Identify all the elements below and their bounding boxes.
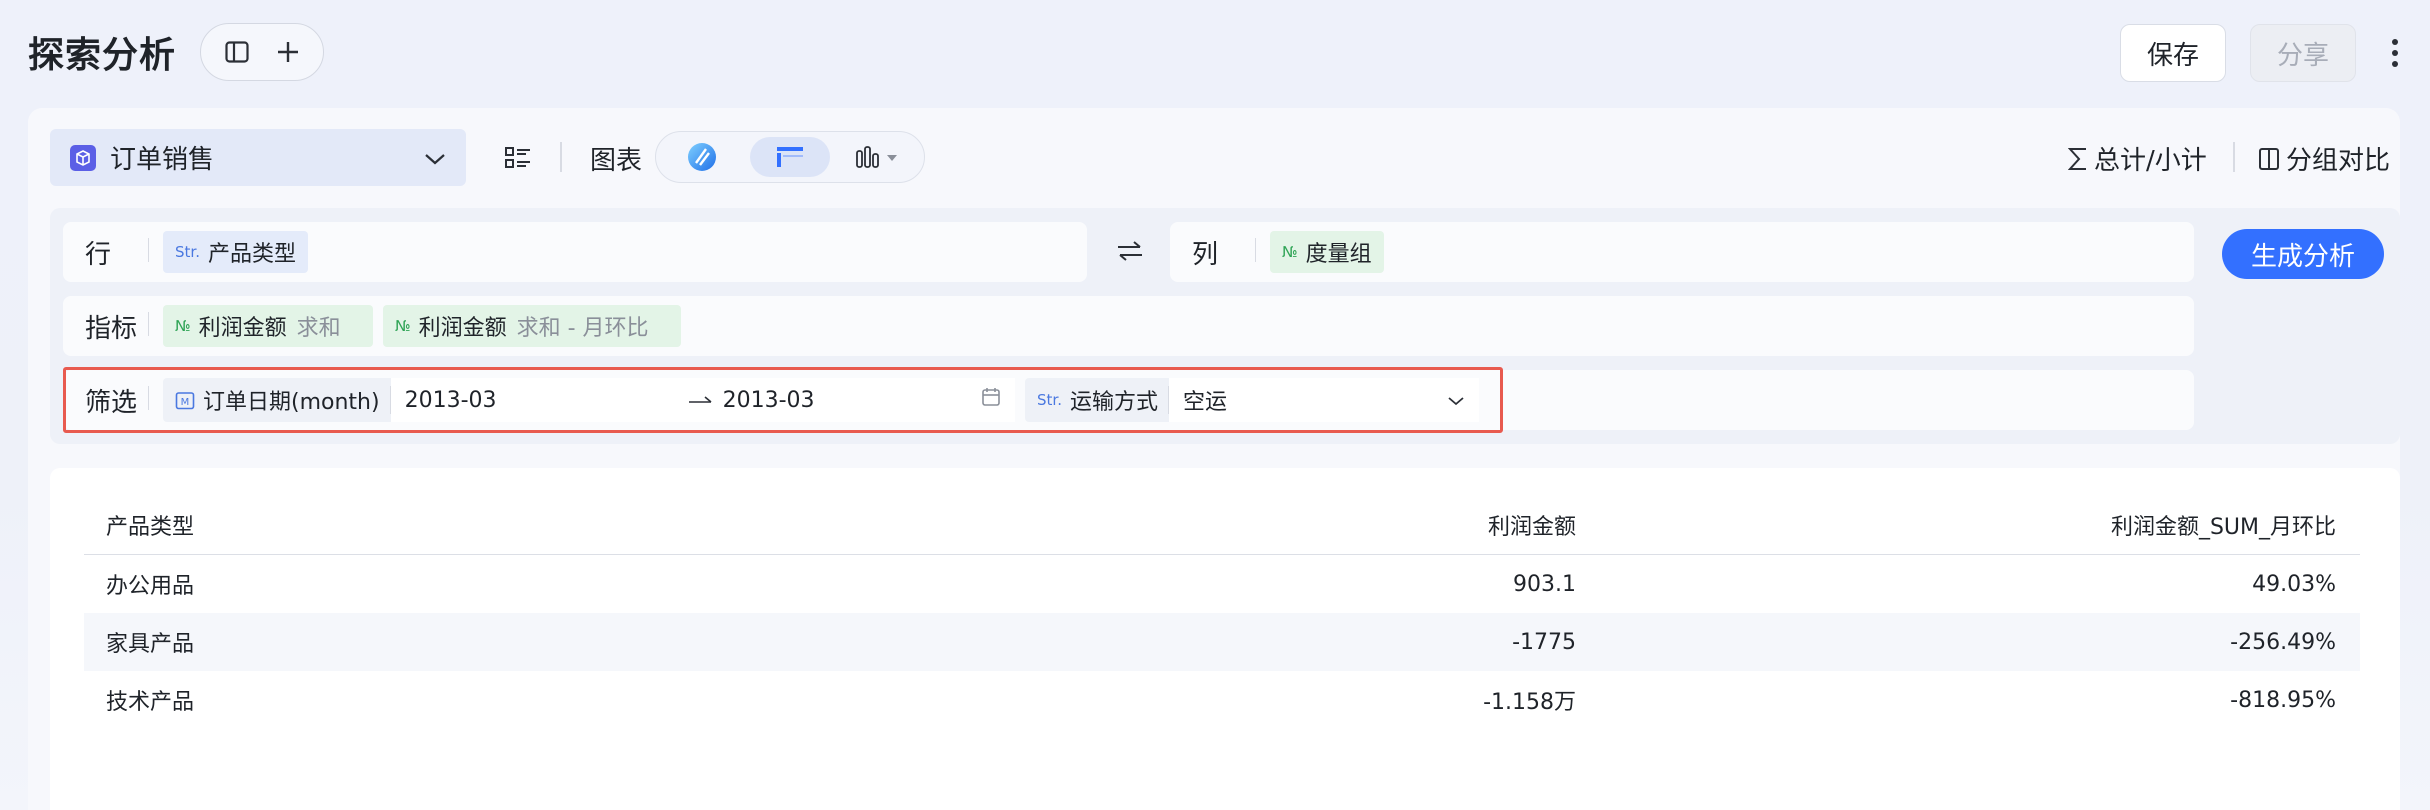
table-cell: 49.03% — [2252, 571, 2336, 597]
table-cell: 办公用品 — [106, 574, 195, 599]
column-label: 列 — [1170, 234, 1270, 271]
swap-rows-columns-icon[interactable] — [1112, 236, 1148, 266]
title-tools — [200, 23, 324, 81]
chart-label: 图表 — [590, 146, 643, 176]
total-subtotal-label: 总计/小计 — [2094, 146, 2207, 176]
toolbar-divider — [560, 142, 562, 172]
page-title: 探索分析 — [28, 35, 177, 76]
row-label: 行 — [63, 234, 163, 271]
string-type-tag: Str. — [175, 243, 200, 261]
table-row: 家具产品 -1775 -256.49% — [84, 613, 2360, 671]
table-header-row: 产品类型 利润金额 利润金额_SUM_月环比 — [84, 495, 2360, 555]
table-cell: -256.49% — [2230, 629, 2336, 655]
table-row: 技术产品 -1.158万 -818.95% — [84, 671, 2360, 729]
metrics-zone[interactable]: 指标 № 利润金额 求和 № 利润金额 求和 - 月环比 — [63, 296, 2194, 356]
column-header[interactable]: 利润金额_SUM_月环比 — [1576, 509, 2360, 541]
dataset-name: 订单销售 — [110, 145, 215, 175]
table-row: 办公用品 903.1 49.03% — [84, 555, 2360, 613]
table-chart-icon[interactable] — [750, 137, 830, 177]
table-cell: -818.95% — [2230, 687, 2336, 713]
row-field-chip[interactable]: Str. 产品类型 — [163, 231, 308, 273]
sidebar-toggle-icon[interactable] — [217, 32, 257, 72]
row-field-name: 产品类型 — [207, 242, 296, 267]
number-type-tag: № — [395, 317, 411, 335]
chart-type-switcher — [655, 131, 925, 183]
sigma-icon — [2068, 147, 2086, 170]
column-header[interactable]: 利润金额 — [664, 509, 1576, 541]
dataset-cube-icon — [70, 144, 96, 171]
metric-name: 利润金额 — [198, 316, 287, 341]
number-type-tag: № — [1282, 243, 1298, 261]
chevron-down-icon — [424, 143, 446, 173]
table-cell: -1.158万 — [1483, 690, 1576, 715]
more-options-icon[interactable] — [2380, 30, 2410, 76]
row-dimension-zone[interactable]: 行 Str. 产品类型 — [63, 222, 1087, 282]
save-button[interactable]: 保存 — [2120, 24, 2226, 82]
generate-analysis-button[interactable]: 生成分析 — [2222, 229, 2384, 279]
metric-chip[interactable]: № 利润金额 求和 — [163, 305, 373, 347]
table-cell: 903.1 — [1513, 571, 1576, 597]
metrics-label: 指标 — [63, 308, 163, 345]
metric-aggregation: 求和 - 月环比 — [516, 316, 649, 341]
bar-chart-dropdown-icon[interactable] — [838, 137, 918, 177]
column-field-chip[interactable]: № 度量组 — [1270, 231, 1384, 273]
table-cell: 家具产品 — [106, 632, 195, 657]
table-cell: 技术产品 — [106, 690, 195, 715]
share-button[interactable]: 分享 — [2250, 24, 2356, 82]
group-compare-button[interactable]: 分组对比 — [2258, 140, 2390, 177]
column-header[interactable]: 产品类型 — [84, 509, 664, 541]
metric-aggregation: 求和 — [296, 316, 341, 341]
filter-highlight-box — [63, 367, 1503, 433]
add-icon[interactable] — [268, 32, 308, 72]
column-field-name: 度量组 — [1305, 242, 1372, 267]
toolbar-divider — [2233, 142, 2235, 172]
metric-chip[interactable]: № 利润金额 求和 - 月环比 — [383, 305, 681, 347]
group-compare-label: 分组对比 — [2286, 146, 2391, 176]
compare-icon — [2259, 147, 2279, 170]
dataset-select[interactable]: 订单销售 — [50, 129, 466, 186]
metric-name: 利润金额 — [418, 316, 507, 341]
field-list-icon[interactable] — [500, 140, 536, 176]
table-cell: -1775 — [1512, 629, 1576, 655]
result-table: 产品类型 利润金额 利润金额_SUM_月环比 办公用品 903.1 49.03%… — [84, 495, 2360, 729]
total-subtotal-button[interactable]: 总计/小计 — [2068, 140, 2207, 177]
number-type-tag: № — [175, 317, 191, 335]
auto-chart-icon[interactable] — [662, 137, 742, 177]
column-dimension-zone[interactable]: 列 № 度量组 — [1170, 222, 2194, 282]
